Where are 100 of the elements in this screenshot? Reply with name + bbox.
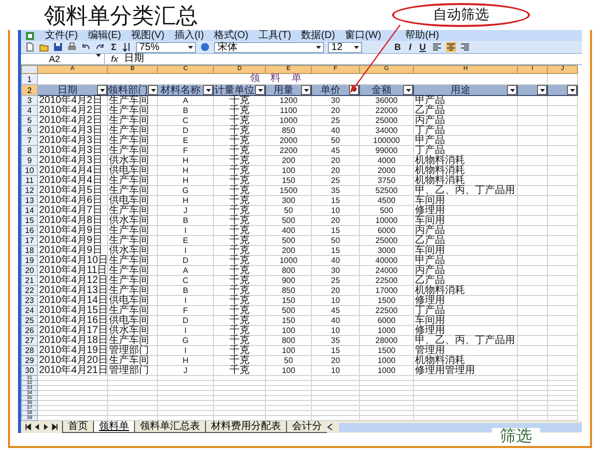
filter-button[interactable] (148, 85, 158, 95)
previous-sheet-icon[interactable] (34, 422, 40, 432)
row-header[interactable]: 22 (22, 286, 38, 296)
first-sheet-icon[interactable] (25, 422, 31, 432)
table-cell: 200 (266, 246, 312, 256)
printer-icon[interactable] (67, 42, 77, 52)
autosum-button[interactable]: Σ (109, 42, 118, 52)
table-cell: 千克 (214, 366, 266, 376)
filter-button[interactable] (537, 85, 547, 95)
menu-item[interactable]: 编辑(E) (88, 30, 122, 41)
row-header[interactable]: 13 (22, 196, 38, 206)
table-cell: 30 (312, 266, 360, 276)
row-header[interactable]: 26 (22, 326, 38, 336)
row-header[interactable]: 21 (22, 276, 38, 286)
table-cell: 乙产品 (414, 106, 518, 116)
undo-icon[interactable] (81, 42, 91, 52)
sheet-tab[interactable]: 首页 (62, 421, 93, 433)
row-header[interactable]: 8 (22, 146, 38, 156)
row-header[interactable]: 25 (22, 316, 38, 326)
align-right-icon[interactable] (460, 42, 470, 52)
dropdown-arrow-icon (150, 88, 156, 92)
sheet-tab[interactable]: 领料单汇总表 (134, 421, 205, 433)
row-header[interactable]: 24 (22, 306, 38, 316)
row-header[interactable]: 2 (22, 84, 38, 96)
align-left-icon[interactable] (432, 42, 442, 52)
row-header[interactable]: 19 (22, 256, 38, 266)
last-sheet-icon[interactable] (52, 422, 58, 432)
sheet-tab[interactable]: 领料单 (93, 421, 134, 433)
italic-button[interactable]: I (406, 42, 414, 52)
table-cell: 10 (312, 296, 360, 306)
filter-button[interactable] (203, 85, 213, 95)
menu-item[interactable]: 数据(D) (301, 30, 336, 41)
table-cell: C (158, 116, 214, 126)
workbook-icon[interactable] (25, 30, 35, 40)
table-cell: I (158, 296, 214, 306)
row-header[interactable]: 11 (22, 176, 38, 186)
row-header[interactable]: 30 (22, 366, 38, 376)
row-header[interactable]: 28 (22, 346, 38, 356)
scroll-left-icon[interactable] (327, 422, 333, 432)
function-button[interactable]: fx (111, 54, 118, 64)
row-header[interactable]: 18 (22, 246, 38, 256)
table-cell: 千克 (214, 296, 266, 306)
menu-item[interactable]: 格式(O) (214, 30, 248, 41)
row-header[interactable]: 6 (22, 126, 38, 136)
font-field[interactable]: 宋体 (214, 42, 324, 52)
table-cell: 千克 (214, 316, 266, 326)
menu-item[interactable]: 插入(I) (174, 30, 204, 41)
table-cell: I (158, 346, 214, 356)
row-header[interactable]: 23 (22, 296, 38, 306)
align-center-icon[interactable] (446, 42, 456, 52)
bold-button[interactable]: B (392, 42, 403, 52)
next-sheet-icon[interactable] (43, 422, 49, 432)
row-header[interactable]: 10 (22, 166, 38, 176)
sheet-tab[interactable]: 材料费用分配表 (205, 421, 286, 433)
row-header[interactable]: 14 (22, 206, 38, 216)
filter-button[interactable] (255, 85, 265, 95)
menu-item[interactable]: 窗口(W) (345, 30, 382, 41)
menu-item[interactable]: 文件(F) (45, 30, 78, 41)
row-header[interactable]: 3 (22, 96, 38, 106)
menu-item[interactable]: 帮助(H) (405, 30, 440, 41)
filter-button[interactable] (567, 85, 577, 95)
sheet-tab[interactable]: 会计分 (286, 421, 327, 433)
underline-button[interactable]: U (417, 42, 428, 52)
row-header[interactable]: 4 (22, 106, 38, 116)
zoom-field[interactable]: 75% (136, 42, 196, 52)
filter-button[interactable] (507, 85, 517, 95)
table-cell: 400 (266, 226, 312, 236)
menu-item[interactable]: 视图(V) (131, 30, 164, 41)
table-cell: B (158, 286, 214, 296)
row-header[interactable]: 27 (22, 336, 38, 346)
filter-button[interactable] (97, 85, 107, 95)
row-header[interactable]: 17 (22, 236, 38, 246)
dropdown-arrow-icon (354, 46, 360, 48)
table-cell: 2010年4月17日 (38, 326, 108, 336)
row-header[interactable]: 9 (22, 156, 38, 166)
font-size-field[interactable]: 12 (328, 42, 362, 52)
redo-icon[interactable] (95, 42, 105, 52)
row-header[interactable]: 20 (22, 266, 38, 276)
table-cell: 供电车间 (108, 316, 158, 326)
row-header[interactable]: 12 (22, 186, 38, 196)
row-header[interactable]: 1 (22, 74, 38, 84)
dropdown-arrow-icon (316, 46, 322, 48)
menu-item[interactable]: 工具(T) (258, 30, 292, 41)
row-header[interactable]: 29 (22, 356, 38, 366)
row-header[interactable]: 16 (22, 226, 38, 236)
table-cell: 千克 (214, 256, 266, 266)
table-cell: 生产车间 (108, 286, 158, 296)
table-cell: 车间用 (414, 316, 518, 326)
table-cell: 2000 (360, 166, 414, 176)
row-header[interactable]: 15 (22, 216, 38, 226)
filter-button[interactable] (301, 85, 311, 95)
table-cell: 50 (312, 236, 360, 246)
filter-button[interactable] (403, 85, 413, 95)
row-header[interactable]: 7 (22, 136, 38, 146)
table-cell: 机物料消耗 (414, 356, 518, 366)
table-cell: H (158, 156, 214, 166)
table-cell: 40 (312, 126, 360, 136)
sort-icon[interactable] (122, 42, 132, 52)
save-icon[interactable] (53, 42, 63, 52)
row-header[interactable]: 5 (22, 116, 38, 126)
